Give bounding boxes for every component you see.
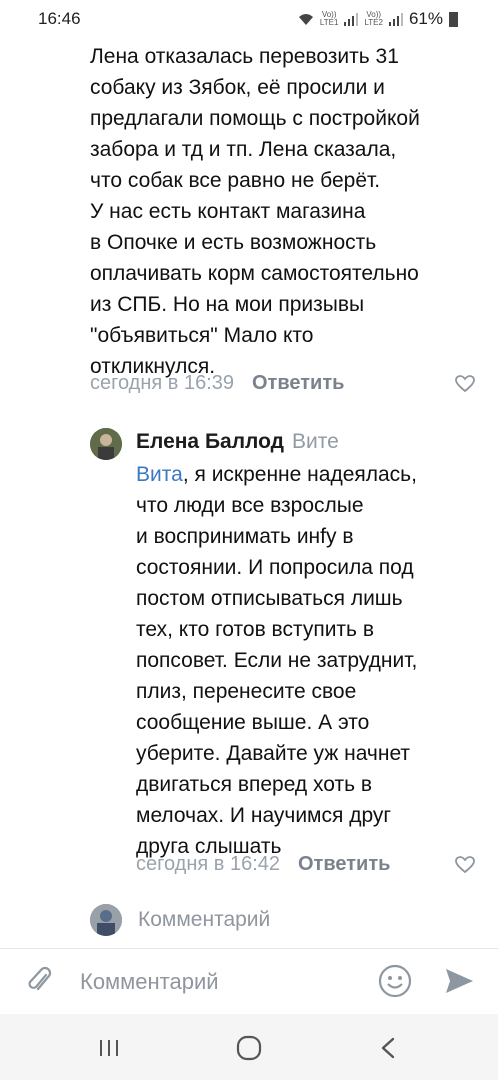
comment-line: двигаться вперед хоть в: [136, 773, 373, 796]
comment-line: "объявиться" Мало кто: [90, 324, 314, 347]
avatar-image: [90, 904, 122, 936]
comment-1-meta: сегодня в 16:39 Ответить: [90, 372, 344, 395]
comment-line: сообщение выше. А это: [136, 711, 370, 734]
emoji-icon[interactable]: [378, 964, 412, 998]
mention-link[interactable]: Вита: [136, 463, 183, 486]
reply-button[interactable]: Ответить: [298, 853, 390, 876]
comment-line: оплачивать корм самостоятельно: [90, 262, 419, 285]
comment-1-text: Лена отказалась перевозить 31 собаку из …: [90, 41, 490, 382]
status-bar: 16:46 Vo)) LTE1 Vo)) LTE2 61%: [0, 0, 498, 40]
recent-apps-icon[interactable]: [98, 1038, 120, 1058]
comment-timestamp: сегодня в 16:42: [136, 853, 280, 875]
home-icon[interactable]: [236, 1035, 262, 1061]
battery-icon: [449, 11, 458, 27]
signal2-icon: [388, 12, 403, 26]
author-name[interactable]: Елена Баллод: [136, 430, 284, 453]
avatar-image: [90, 428, 122, 460]
comment-line: тех, кто готов вступить в: [136, 618, 374, 641]
comment-line: что собак все равно не берёт.: [90, 169, 381, 192]
comment-2-meta: сегодня в 16:42 Ответить: [136, 853, 390, 876]
reply-button[interactable]: Ответить: [252, 372, 344, 395]
system-nav-bar: [0, 1014, 498, 1080]
comment-line: Вита, я искренне надеялась,: [136, 459, 486, 490]
comment-composer: Комментарий: [0, 948, 498, 1015]
like-heart-icon[interactable]: [455, 856, 475, 874]
comment-line: собаку из Зябок, её просили и: [90, 76, 385, 99]
comment-line: Лена отказалась перевозить 31: [90, 45, 399, 68]
sim1-signal-label: Vo)) LTE1: [319, 10, 339, 27]
paperclip-icon[interactable]: [24, 965, 56, 997]
comment-line: предлагали помощь с постройкой: [90, 107, 420, 130]
comment-line: уберите. Давайте уж начнет: [136, 742, 411, 765]
comment-line: забора и тд и тп. Лена сказала,: [90, 138, 397, 161]
comment-input[interactable]: Комментарий: [80, 969, 219, 995]
comment-timestamp: сегодня в 16:39: [90, 372, 234, 394]
comment-line: попсовет. Если не затруднит,: [136, 649, 418, 672]
comment-2-header: Елена Баллод Вите: [136, 430, 339, 454]
like-heart-icon[interactable]: [455, 375, 475, 393]
signal1-icon: [344, 12, 359, 26]
inline-reply-avatar: [90, 904, 122, 936]
comment-line: мелочах. И научимся друг: [136, 804, 392, 827]
comment-line: из СПБ. Но на мои призывы: [90, 293, 365, 316]
comment-line: и воспринимать инfу в: [136, 525, 354, 548]
comment-2-text: Вита, я искренне надеялась, что люди все…: [136, 459, 486, 862]
comment-line: состоянии. И попросила под: [136, 556, 414, 579]
comment-line: что люди все взрослые: [136, 494, 364, 517]
sim2-signal-label: Vo)) LTE2: [364, 10, 383, 27]
battery-percent: 61%: [408, 9, 443, 28]
send-icon[interactable]: [443, 965, 475, 997]
comment-line: плиз, перенесите свое: [136, 680, 357, 703]
wifi-icon: [298, 13, 313, 25]
avatar[interactable]: [90, 428, 122, 460]
status-time: 16:46: [38, 9, 81, 28]
comment-line: в Опочке и есть возможность: [90, 231, 377, 254]
back-icon[interactable]: [380, 1037, 396, 1059]
status-icons: Vo)) LTE1 Vo)) LTE2 61%: [298, 9, 458, 29]
comment-line: У нас есть контакт магазина: [90, 200, 366, 223]
reply-to-name[interactable]: Вите: [292, 430, 339, 453]
inline-reply-input[interactable]: Комментарий: [138, 908, 270, 932]
comment-line-text: , я искренне надеялась,: [182, 463, 417, 486]
comment-line: постом отписываться лишь: [136, 587, 403, 610]
